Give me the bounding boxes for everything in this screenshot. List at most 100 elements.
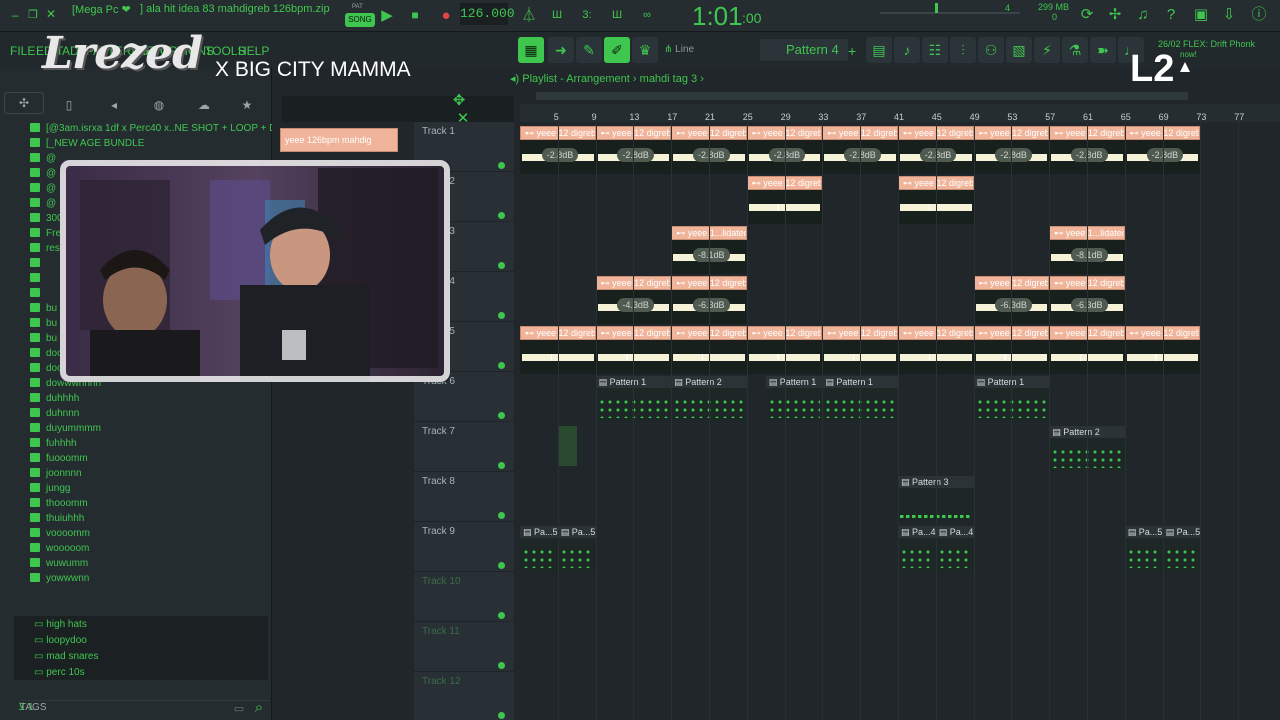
track-label[interactable]: Track 7 — [422, 426, 455, 437]
brush-tool-button[interactable]: ✎ — [576, 37, 602, 63]
speaker-tab-icon[interactable]: ◂ — [105, 98, 123, 113]
stamp-tool-button[interactable]: ♛ — [632, 37, 658, 63]
browser-collapse-icon[interactable]: ✣ — [4, 92, 44, 114]
browser-folder[interactable]: ▭ loopydoo — [34, 634, 87, 648]
pattern-clip-notes[interactable] — [1124, 538, 1163, 572]
browser-item[interactable]: @ — [30, 152, 56, 166]
help-icon[interactable]: ? — [1162, 7, 1180, 22]
menu-help[interactable]: HELP — [238, 44, 269, 58]
browser-item[interactable]: joonnnn — [30, 467, 82, 481]
browser-folder[interactable]: ▭ mad snares — [34, 650, 98, 664]
browser-icon[interactable]: ▧ — [1006, 37, 1032, 63]
globe-tab-icon[interactable]: ◍ — [150, 98, 168, 113]
snap-select[interactable]: ⋔ Line — [664, 44, 694, 55]
pattern-clip-notes[interactable] — [898, 538, 936, 572]
playlist-overview-scrollbar[interactable] — [536, 92, 1188, 100]
pattern-clip-header[interactable]: ▤ Pa...5 — [1124, 526, 1163, 538]
time-display[interactable]: 1:01 — [692, 1, 743, 32]
track-mute-indicator[interactable] — [498, 462, 505, 469]
browser-item[interactable]: bu — [30, 317, 57, 331]
arrow-tool-button[interactable]: ➜ — [548, 37, 574, 63]
browser-item[interactable]: voooomm — [30, 527, 90, 541]
track-mute-indicator[interactable] — [498, 312, 505, 319]
track-label[interactable]: Track 8 — [422, 476, 455, 487]
track-label[interactable]: Track 12 — [422, 676, 461, 687]
performance-icon[interactable]: ⚗ — [1062, 37, 1088, 63]
piano-roll-icon[interactable]: ♪ — [894, 37, 920, 63]
track-mute-indicator[interactable] — [498, 662, 505, 669]
breadcrumb[interactable]: mahdi tag 3 — [640, 73, 697, 85]
browser-item[interactable] — [30, 287, 46, 301]
browser-item[interactable]: bu — [30, 302, 57, 316]
browser-item[interactable]: fuooomm — [30, 452, 88, 466]
browser-folder[interactable]: ▭ high hats — [34, 618, 87, 632]
mixer-icon[interactable]: ⫶ — [950, 37, 976, 63]
plugin-picker-icon[interactable]: ⚇ — [978, 37, 1004, 63]
pattern-clip-notes[interactable] — [520, 538, 558, 572]
master-volume-slider[interactable] — [880, 12, 1020, 14]
save-icon[interactable]: ▣ — [1192, 7, 1210, 22]
browser-item[interactable]: thuiuhhh — [30, 512, 84, 526]
browser-item[interactable]: @ — [30, 197, 56, 211]
track-mute-indicator[interactable] — [498, 712, 505, 719]
plug-icon[interactable]: ⚡ — [1034, 37, 1060, 63]
track-mute-indicator[interactable] — [498, 562, 505, 569]
track-label[interactable]: Track 10 — [422, 576, 461, 587]
pattern-clip-header[interactable]: ▤ Pa...4 — [898, 526, 936, 538]
record-icon[interactable]: ● — [437, 8, 455, 23]
browser-item[interactable]: jungg — [30, 482, 70, 496]
favorites-tab-icon[interactable]: ★ — [238, 98, 256, 113]
song-mode-button[interactable]: SONG — [345, 13, 375, 27]
channel-rack-icon[interactable]: ☷ — [922, 37, 948, 63]
link-icon[interactable]: ➽ — [1090, 37, 1116, 63]
browser-item[interactable] — [30, 257, 46, 271]
pattern-clip-notes[interactable] — [1162, 538, 1201, 572]
browser-item[interactable]: duhnnn — [30, 407, 79, 421]
stop-icon[interactable]: ■ — [406, 8, 424, 23]
refresh-icon[interactable]: ⟳ — [1078, 7, 1096, 22]
browser-item[interactable]: fuhhhh — [30, 437, 77, 451]
cloud-tab-icon[interactable]: ☁ — [195, 98, 213, 113]
track-label[interactable]: Track 11 — [422, 626, 460, 637]
track-mute-indicator[interactable] — [498, 212, 505, 219]
browser-item[interactable]: wuwumm — [30, 557, 88, 571]
export-icon[interactable]: ⇩ — [1220, 7, 1238, 22]
browser-item[interactable]: bu — [30, 332, 57, 346]
track-mute-indicator[interactable] — [498, 612, 505, 619]
track-label[interactable]: Track 9 — [422, 526, 455, 537]
panic-icon[interactable]: ✢ — [1106, 7, 1124, 22]
menu-file[interactable]: FILE — [10, 44, 35, 58]
browser-folder[interactable]: ▭ perc 10s — [34, 666, 85, 680]
browser-item[interactable]: [_NEW AGE BUNDLE — [30, 137, 144, 151]
microphone-icon[interactable]: ♫ — [1134, 7, 1152, 22]
pattern-clip-header[interactable]: ▤ Pa...5 — [557, 526, 596, 538]
loop-record-icon[interactable]: ∞ — [638, 8, 656, 23]
pattern-clip-header[interactable]: ▤ Pa...5 — [1162, 526, 1201, 538]
track-mute-indicator[interactable] — [498, 162, 505, 169]
track-mute-indicator[interactable] — [498, 412, 505, 419]
clip-source-item[interactable]: yeee 126bpm mahdig — [280, 128, 398, 152]
folder-icon[interactable]: ▭ — [230, 702, 248, 717]
browser-item[interactable]: wooooom — [30, 542, 89, 556]
play-icon[interactable]: ▶ — [378, 8, 396, 23]
browser-item[interactable]: @ — [30, 182, 56, 196]
info-icon[interactable]: ⓘ — [1250, 7, 1268, 22]
folder-tab-icon[interactable]: ▯ — [60, 98, 78, 113]
browser-item[interactable]: thooomm — [30, 497, 88, 511]
browser-item[interactable]: @ — [30, 167, 56, 181]
draw-tool-button[interactable]: ✐ — [604, 37, 630, 63]
volume-slider-handle[interactable] — [935, 3, 938, 13]
track-mute-indicator[interactable] — [498, 512, 505, 519]
pattern-clip-header[interactable]: ▤ Pa...5 — [520, 526, 558, 538]
small-pattern-clip[interactable] — [567, 426, 577, 466]
playlist-icon[interactable]: ▤ — [866, 37, 892, 63]
small-pattern-clip[interactable] — [557, 426, 568, 466]
blend-notes-icon[interactable]: Ш — [608, 8, 626, 23]
tempo-display[interactable]: 126.000 — [460, 3, 515, 25]
pattern-selector[interactable]: Pattern 4 — [760, 39, 848, 61]
minimize-icon[interactable]: – — [6, 8, 24, 23]
pattern-clip-notes[interactable] — [557, 538, 596, 572]
pattern-clip-notes[interactable] — [765, 388, 823, 422]
pattern-clip-header[interactable]: ▤ Pa...4 — [935, 526, 974, 538]
track-mute-indicator[interactable] — [498, 262, 505, 269]
